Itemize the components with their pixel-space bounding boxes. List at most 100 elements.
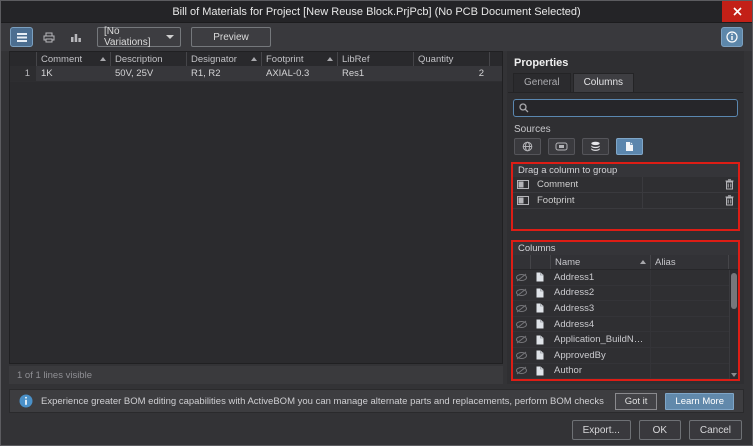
- visibility-toggle[interactable]: [513, 288, 530, 297]
- chevron-down-icon: [166, 35, 174, 39]
- table-row[interactable]: 1 1K 50V, 25V R1, R2 AXIAL-0.3 Res1 2: [10, 66, 502, 82]
- eye-slash-icon: [516, 273, 527, 282]
- cancel-label: Cancel: [700, 425, 731, 436]
- toolbar: [No Variations] Preview: [1, 23, 752, 51]
- properties-panel: Properties General Columns Sources: [507, 51, 744, 384]
- group-empty-area: [513, 209, 738, 229]
- scrollbar-thumb[interactable]: [731, 273, 737, 309]
- cell-libref: Res1: [337, 66, 413, 81]
- visibility-toggle[interactable]: [513, 351, 530, 360]
- close-button[interactable]: [722, 1, 752, 22]
- main-area: Comment Description Designator: [1, 51, 752, 384]
- column-header-label: Designator: [191, 54, 237, 65]
- cell-quantity: 2: [413, 66, 489, 81]
- info-button[interactable]: [721, 27, 743, 47]
- column-header[interactable]: Quantity: [413, 52, 489, 66]
- column-row[interactable]: Address4: [513, 317, 738, 333]
- source-document-button[interactable]: [616, 138, 643, 155]
- columns-list-header: Name Alias: [513, 255, 738, 270]
- document-icon: [536, 319, 544, 329]
- column-alias: [650, 364, 728, 379]
- cancel-button[interactable]: Cancel: [689, 420, 742, 440]
- visibility-toggle[interactable]: [513, 320, 530, 329]
- column-row[interactable]: Address1: [513, 270, 738, 286]
- eye-slash-icon: [516, 351, 527, 360]
- columns-list: Address1: [513, 270, 738, 379]
- tab-general[interactable]: General: [513, 73, 571, 92]
- column-header[interactable]: LibRef: [337, 52, 413, 66]
- column-kind: [530, 366, 550, 376]
- column-name: Address1: [550, 272, 650, 283]
- visibility-column-header: [513, 255, 530, 269]
- tab-columns[interactable]: Columns: [573, 73, 634, 92]
- activebom-banner: Experience greater BOM editing capabilit…: [9, 389, 744, 413]
- column-alias: [650, 286, 728, 301]
- row-number: 1: [10, 66, 36, 81]
- search-input[interactable]: [533, 102, 732, 115]
- variations-dropdown[interactable]: [No Variations]: [97, 27, 181, 47]
- column-name: Address4: [550, 319, 650, 330]
- group-row[interactable]: Comment: [513, 177, 738, 193]
- source-database-button[interactable]: [582, 138, 609, 155]
- export-button[interactable]: Export...: [572, 420, 631, 440]
- learn-more-button[interactable]: Learn More: [665, 393, 734, 410]
- name-column-header[interactable]: Name: [550, 255, 650, 269]
- trash-icon[interactable]: [720, 179, 738, 190]
- got-it-label: Got it: [625, 396, 648, 407]
- column-row[interactable]: ApprovedBy: [513, 348, 738, 364]
- column-row[interactable]: Address3: [513, 301, 738, 317]
- visibility-toggle[interactable]: [513, 273, 530, 282]
- scroll-down-icon[interactable]: [731, 373, 737, 377]
- column-row[interactable]: Author: [513, 364, 738, 379]
- column-name: Address3: [550, 303, 650, 314]
- dialog-actions: Export... OK Cancel: [1, 415, 752, 445]
- column-row[interactable]: Address2: [513, 286, 738, 302]
- column-kind: [530, 272, 550, 282]
- column-kind: [530, 319, 550, 329]
- trash-icon[interactable]: [720, 195, 738, 206]
- printer-view-button[interactable]: [37, 27, 60, 47]
- column-header[interactable]: Designator: [186, 52, 261, 66]
- source-server-button[interactable]: [514, 138, 541, 155]
- alias-column-header[interactable]: Alias: [650, 255, 728, 269]
- scrollbar[interactable]: [729, 270, 738, 379]
- close-icon: [733, 7, 742, 16]
- learn-more-label: Learn More: [675, 396, 724, 407]
- database-icon: [590, 141, 601, 152]
- column-header-label: Description: [115, 54, 163, 65]
- column-header-label: Comment: [41, 54, 82, 65]
- ok-button[interactable]: OK: [639, 420, 681, 440]
- scroll-column-header: [728, 255, 738, 269]
- properties-tabs: General Columns: [508, 73, 743, 93]
- bom-table: Comment Description Designator: [9, 51, 503, 364]
- chart-view-button[interactable]: [64, 27, 87, 47]
- printer-icon: [43, 32, 55, 43]
- column-header[interactable]: Footprint: [261, 52, 337, 66]
- group-row-label: Footprint: [533, 195, 642, 206]
- eye-slash-icon: [516, 320, 527, 329]
- header-filler: [489, 52, 502, 66]
- cell-footprint: AXIAL-0.3: [261, 66, 337, 81]
- search-box[interactable]: [513, 99, 738, 117]
- visibility-toggle[interactable]: [513, 366, 530, 375]
- title-bar: Bill of Materials for Project [New Reuse…: [1, 1, 752, 23]
- row-number-header: [10, 52, 36, 66]
- column-header[interactable]: Comment: [36, 52, 110, 66]
- source-cloud-button[interactable]: [548, 138, 575, 155]
- visibility-toggle[interactable]: [513, 335, 530, 344]
- cell-comment: 1K: [36, 66, 110, 81]
- got-it-button[interactable]: Got it: [615, 393, 658, 410]
- search-icon: [519, 103, 529, 113]
- column-name: Author: [550, 365, 650, 376]
- column-kind: [530, 303, 550, 313]
- eye-slash-icon: [516, 288, 527, 297]
- preview-button[interactable]: Preview: [191, 27, 271, 47]
- column-header-label: Quantity: [418, 54, 453, 65]
- column-header[interactable]: Description: [110, 52, 186, 66]
- document-icon: [536, 350, 544, 360]
- column-row[interactable]: Application_BuildNumb...: [513, 332, 738, 348]
- group-row[interactable]: Footprint: [513, 193, 738, 209]
- visibility-toggle[interactable]: [513, 304, 530, 313]
- list-view-button[interactable]: [10, 27, 33, 47]
- type-column-header: [530, 255, 550, 269]
